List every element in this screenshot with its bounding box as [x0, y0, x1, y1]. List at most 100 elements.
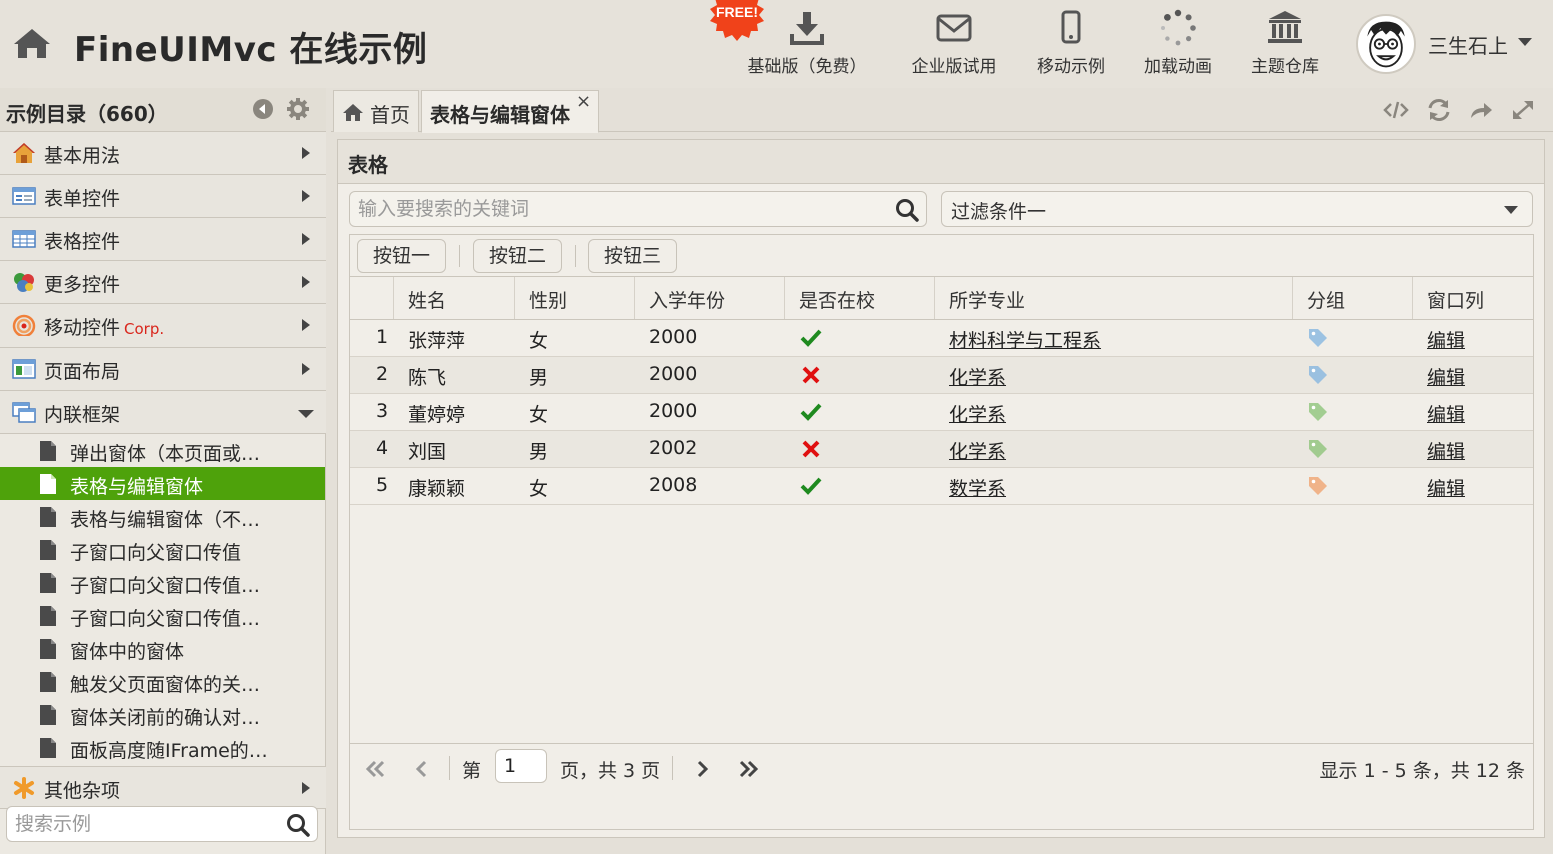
- sidebar: 示例目录（660） 基本用法 表单控件 表格控件 更多控件 移动控件 Corp.…: [0, 88, 326, 854]
- search-icon[interactable]: [285, 812, 311, 838]
- column-header-major[interactable]: 所学专业: [935, 277, 1293, 319]
- tree-item[interactable]: 窗体关闭前的确认对…: [0, 698, 325, 731]
- table-row[interactable]: 1 张萍萍 女 2000 材料科学与工程系 编辑: [350, 320, 1533, 357]
- grid-search-input[interactable]: [358, 196, 888, 222]
- chevron-down-icon: [1504, 206, 1518, 214]
- open-new-window-icon[interactable]: [1468, 98, 1494, 122]
- table-row[interactable]: 5 康颖颖 女 2008 数学系 编辑: [350, 468, 1533, 505]
- edit-link[interactable]: 编辑: [1427, 326, 1465, 353]
- layout-icon: [12, 359, 36, 379]
- cell-major-link[interactable]: 化学系: [949, 437, 1006, 464]
- accordion-basic[interactable]: 基本用法: [0, 132, 326, 175]
- table-row[interactable]: 2 陈飞 男 2000 化学系 编辑: [350, 357, 1533, 394]
- collapse-sidebar-icon[interactable]: [251, 97, 275, 121]
- cell-major-link[interactable]: 化学系: [949, 400, 1006, 427]
- accordion-mobile[interactable]: 移动控件 Corp.: [0, 304, 326, 348]
- file-icon: [40, 573, 56, 593]
- header-button-loading[interactable]: 加载动画: [1136, 8, 1220, 78]
- tree-item-label: 表格与编辑窗体（不…: [70, 509, 261, 531]
- cell-gender: 女: [529, 330, 549, 352]
- filter-dropdown[interactable]: 过滤条件一: [941, 191, 1533, 227]
- first-page-icon[interactable]: [364, 758, 388, 780]
- tree-item[interactable]: 触发父页面窗体的关…: [0, 665, 325, 698]
- cell-name: 康颖颖: [408, 478, 466, 500]
- file-icon: [40, 738, 56, 758]
- button-two[interactable]: 按钮二: [473, 239, 563, 273]
- gear-icon[interactable]: [286, 97, 310, 121]
- column-header-name[interactable]: 姓名: [394, 277, 515, 319]
- column-header-window[interactable]: 窗口列: [1413, 277, 1533, 319]
- column-header-gender[interactable]: 性别: [515, 277, 635, 319]
- accordion-more[interactable]: 更多控件: [0, 261, 326, 304]
- edit-link[interactable]: 编辑: [1427, 363, 1465, 390]
- column-header-label: 姓名: [408, 290, 447, 312]
- cell-year: 2002: [649, 437, 698, 459]
- filter-value: 过滤条件一: [951, 201, 1047, 223]
- column-header-group[interactable]: 分组: [1293, 277, 1413, 319]
- button-three[interactable]: 按钮三: [588, 239, 678, 273]
- tree-item[interactable]: 表格与编辑窗体（不…: [0, 500, 325, 533]
- cell-year: 2000: [649, 400, 698, 422]
- next-page-icon[interactable]: [690, 758, 714, 780]
- column-header-at-school[interactable]: 是否在校: [785, 277, 935, 319]
- tree-item[interactable]: 弹出窗体（本页面或…: [0, 434, 325, 467]
- column-header-year[interactable]: 入学年份: [635, 277, 785, 319]
- last-page-icon[interactable]: [736, 758, 760, 780]
- maximize-icon[interactable]: [1510, 98, 1536, 122]
- cell-major-link[interactable]: 化学系: [949, 363, 1006, 390]
- user-name[interactable]: 三生石上: [1428, 30, 1508, 59]
- edit-link[interactable]: 编辑: [1427, 437, 1465, 464]
- file-icon: [40, 639, 56, 659]
- tree-item[interactable]: 子窗口向父窗口传值: [0, 533, 325, 566]
- sidebar-search-input[interactable]: [15, 811, 275, 837]
- accordion-form[interactable]: 表单控件: [0, 175, 326, 218]
- tree-item-label: 面板高度随IFrame的…: [70, 740, 268, 762]
- button-one[interactable]: 按钮一: [357, 239, 447, 273]
- edit-link[interactable]: 编辑: [1427, 474, 1465, 501]
- pager-summary: 显示 1 - 5 条，共 12 条: [1319, 760, 1525, 782]
- edit-link[interactable]: 编辑: [1427, 400, 1465, 427]
- user-menu-caret-icon[interactable]: [1518, 38, 1532, 46]
- previous-page-icon[interactable]: [410, 758, 434, 780]
- tree-item-label: 子窗口向父窗口传值: [70, 542, 242, 564]
- tag-icon: [1309, 403, 1327, 421]
- page-number-input[interactable]: [495, 749, 547, 783]
- tree-item-selected[interactable]: 表格与编辑窗体: [0, 467, 325, 500]
- expand-arrow-icon: [302, 276, 310, 288]
- bank-icon: [1268, 11, 1302, 43]
- accordion-iframe[interactable]: 内联框架: [0, 391, 326, 434]
- accordion-misc[interactable]: 其他杂项: [0, 766, 326, 809]
- tree-item[interactable]: 窗体中的窗体: [0, 632, 325, 665]
- user-avatar[interactable]: [1356, 14, 1416, 74]
- tree-item[interactable]: 子窗口向父窗口传值…: [0, 566, 325, 599]
- search-icon[interactable]: [894, 197, 920, 223]
- accordion-grid[interactable]: 表格控件: [0, 218, 326, 261]
- toolbar-separator: [459, 245, 460, 267]
- accordion-more-label: 更多控件: [44, 274, 121, 296]
- tab-home[interactable]: 首页: [333, 90, 419, 132]
- pager: 第 页，共 3 页 显示 1 - 5 条，共 12 条: [350, 743, 1533, 795]
- home-icon: [343, 104, 363, 121]
- tree-item-label: 表格与编辑窗体: [70, 476, 204, 498]
- home-logo-icon[interactable]: [12, 26, 52, 60]
- accordion-layout[interactable]: 页面布局: [0, 348, 326, 391]
- cell-major-link[interactable]: 材料科学与工程系: [949, 326, 1101, 353]
- cell-gender: 女: [529, 404, 549, 426]
- tree-item[interactable]: 面板高度随IFrame的…: [0, 731, 325, 764]
- table-row[interactable]: 3 董婷婷 女 2000 化学系 编辑: [350, 394, 1533, 431]
- tab-grid-edit-window[interactable]: 表格与编辑窗体 ×: [421, 90, 599, 133]
- grid-panel: 表格 过滤条件一 按钮一 按钮二 按钮三 姓名 性别: [337, 139, 1545, 838]
- refresh-icon[interactable]: [1426, 98, 1452, 122]
- header-button-basic[interactable]: 基础版（免费）: [742, 8, 872, 78]
- tree-item[interactable]: 子窗口向父窗口传值…: [0, 599, 325, 632]
- header-button-enterprise[interactable]: 企业版试用: [902, 8, 1006, 78]
- source-code-icon[interactable]: [1383, 98, 1409, 122]
- check-icon: [800, 329, 822, 347]
- cell-major-link[interactable]: 数学系: [949, 474, 1006, 501]
- table-row[interactable]: 4 刘国 男 2002 化学系 编辑: [350, 431, 1533, 468]
- page-suffix: 页，共 3 页: [560, 760, 661, 782]
- header-button-mobile[interactable]: 移动示例: [1030, 8, 1112, 78]
- corp-badge: Corp.: [124, 320, 165, 338]
- close-tab-icon[interactable]: ×: [576, 91, 591, 112]
- header-button-themes[interactable]: 主题仓库: [1244, 8, 1326, 78]
